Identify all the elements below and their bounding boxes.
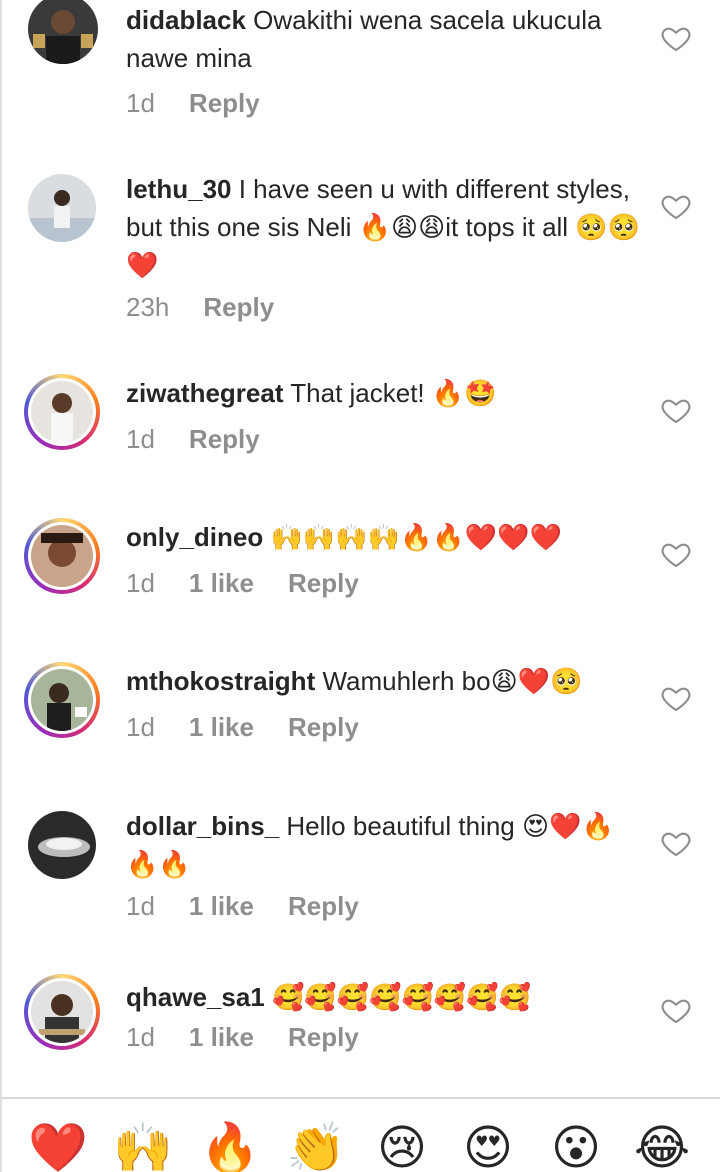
- reaction-bar-divider: [0, 1097, 720, 1099]
- quick-reaction-bar: ❤️ 🙌 🔥 👏 😢 😍 😮 😂: [0, 1100, 720, 1172]
- comment-username[interactable]: dollar_bins_: [126, 811, 279, 841]
- reply-button[interactable]: Reply: [288, 712, 359, 743]
- comment-likes[interactable]: 1 like: [189, 712, 254, 743]
- comment-meta: 1d 1 like Reply: [126, 1022, 359, 1053]
- avatar[interactable]: [24, 662, 100, 738]
- comment-username[interactable]: only_dineo: [126, 522, 263, 552]
- comment-meta: 1d 1 like Reply: [126, 712, 359, 743]
- avatar[interactable]: [24, 374, 100, 450]
- comment-time: 1d: [126, 424, 155, 454]
- comment-meta: 23h Reply: [126, 292, 274, 323]
- like-heart-icon[interactable]: [660, 827, 692, 859]
- comment-likes[interactable]: 1 like: [189, 1022, 254, 1053]
- comment-text: Wamuhlerh bo😩❤️🥺: [322, 666, 583, 696]
- reaction-raised-hands-button[interactable]: 🙌: [113, 1118, 173, 1172]
- reaction-clap-button[interactable]: 👏: [286, 1118, 346, 1172]
- avatar[interactable]: [24, 518, 100, 594]
- avatar[interactable]: [28, 174, 96, 242]
- like-heart-icon[interactable]: [660, 394, 692, 426]
- comment-time: 1d: [126, 568, 155, 598]
- like-heart-icon[interactable]: [660, 682, 692, 714]
- comment-username[interactable]: lethu_30: [126, 174, 232, 204]
- avatar[interactable]: [24, 974, 100, 1050]
- comment-likes[interactable]: 1 like: [189, 568, 254, 599]
- reaction-fire-button[interactable]: 🔥: [200, 1118, 260, 1172]
- comment-meta: 1d 1 like Reply: [126, 568, 359, 599]
- comment-time: 23h: [126, 292, 170, 322]
- comment-meta: 1d Reply: [126, 88, 260, 119]
- comment-username[interactable]: didablack: [126, 5, 246, 35]
- comment-username[interactable]: mthokostraight: [126, 666, 315, 696]
- reply-button[interactable]: Reply: [189, 88, 260, 119]
- left-edge-divider: [0, 0, 2, 1172]
- comment-text: 🥰🥰🥰🥰🥰🥰🥰🥰: [271, 982, 531, 1012]
- avatar[interactable]: [28, 0, 98, 64]
- reply-button[interactable]: Reply: [189, 424, 260, 455]
- reaction-surprised-button[interactable]: 😮: [546, 1118, 606, 1172]
- comment-meta: 1d 1 like Reply: [126, 891, 359, 922]
- comment-time: 1d: [126, 712, 155, 742]
- comment-username[interactable]: ziwathegreat: [126, 378, 284, 408]
- like-heart-icon[interactable]: [660, 22, 692, 54]
- reply-button[interactable]: Reply: [288, 891, 359, 922]
- comment-time: 1d: [126, 88, 155, 118]
- reply-button[interactable]: Reply: [203, 292, 274, 323]
- like-heart-icon[interactable]: [660, 190, 692, 222]
- comment-text: That jacket! 🔥🤩: [290, 378, 497, 408]
- reaction-laughing-button[interactable]: 😂: [632, 1118, 692, 1172]
- like-heart-icon[interactable]: [660, 538, 692, 570]
- comment-likes[interactable]: 1 like: [189, 891, 254, 922]
- reaction-heart-eyes-button[interactable]: 😍: [458, 1118, 518, 1172]
- avatar[interactable]: [28, 811, 96, 879]
- like-heart-icon[interactable]: [660, 994, 692, 1026]
- comment-time: 1d: [126, 1022, 155, 1052]
- reaction-crying-button[interactable]: 😢: [372, 1118, 432, 1172]
- comment-time: 1d: [126, 891, 155, 921]
- reply-button[interactable]: Reply: [288, 1022, 359, 1053]
- comment-meta: 1d Reply: [126, 424, 260, 455]
- reply-button[interactable]: Reply: [288, 568, 359, 599]
- comment-text: 🙌🙌🙌🙌🔥🔥❤️❤️❤️: [270, 522, 562, 552]
- reaction-heart-button[interactable]: ❤️: [28, 1118, 88, 1172]
- comment-username[interactable]: qhawe_sa1: [126, 982, 265, 1012]
